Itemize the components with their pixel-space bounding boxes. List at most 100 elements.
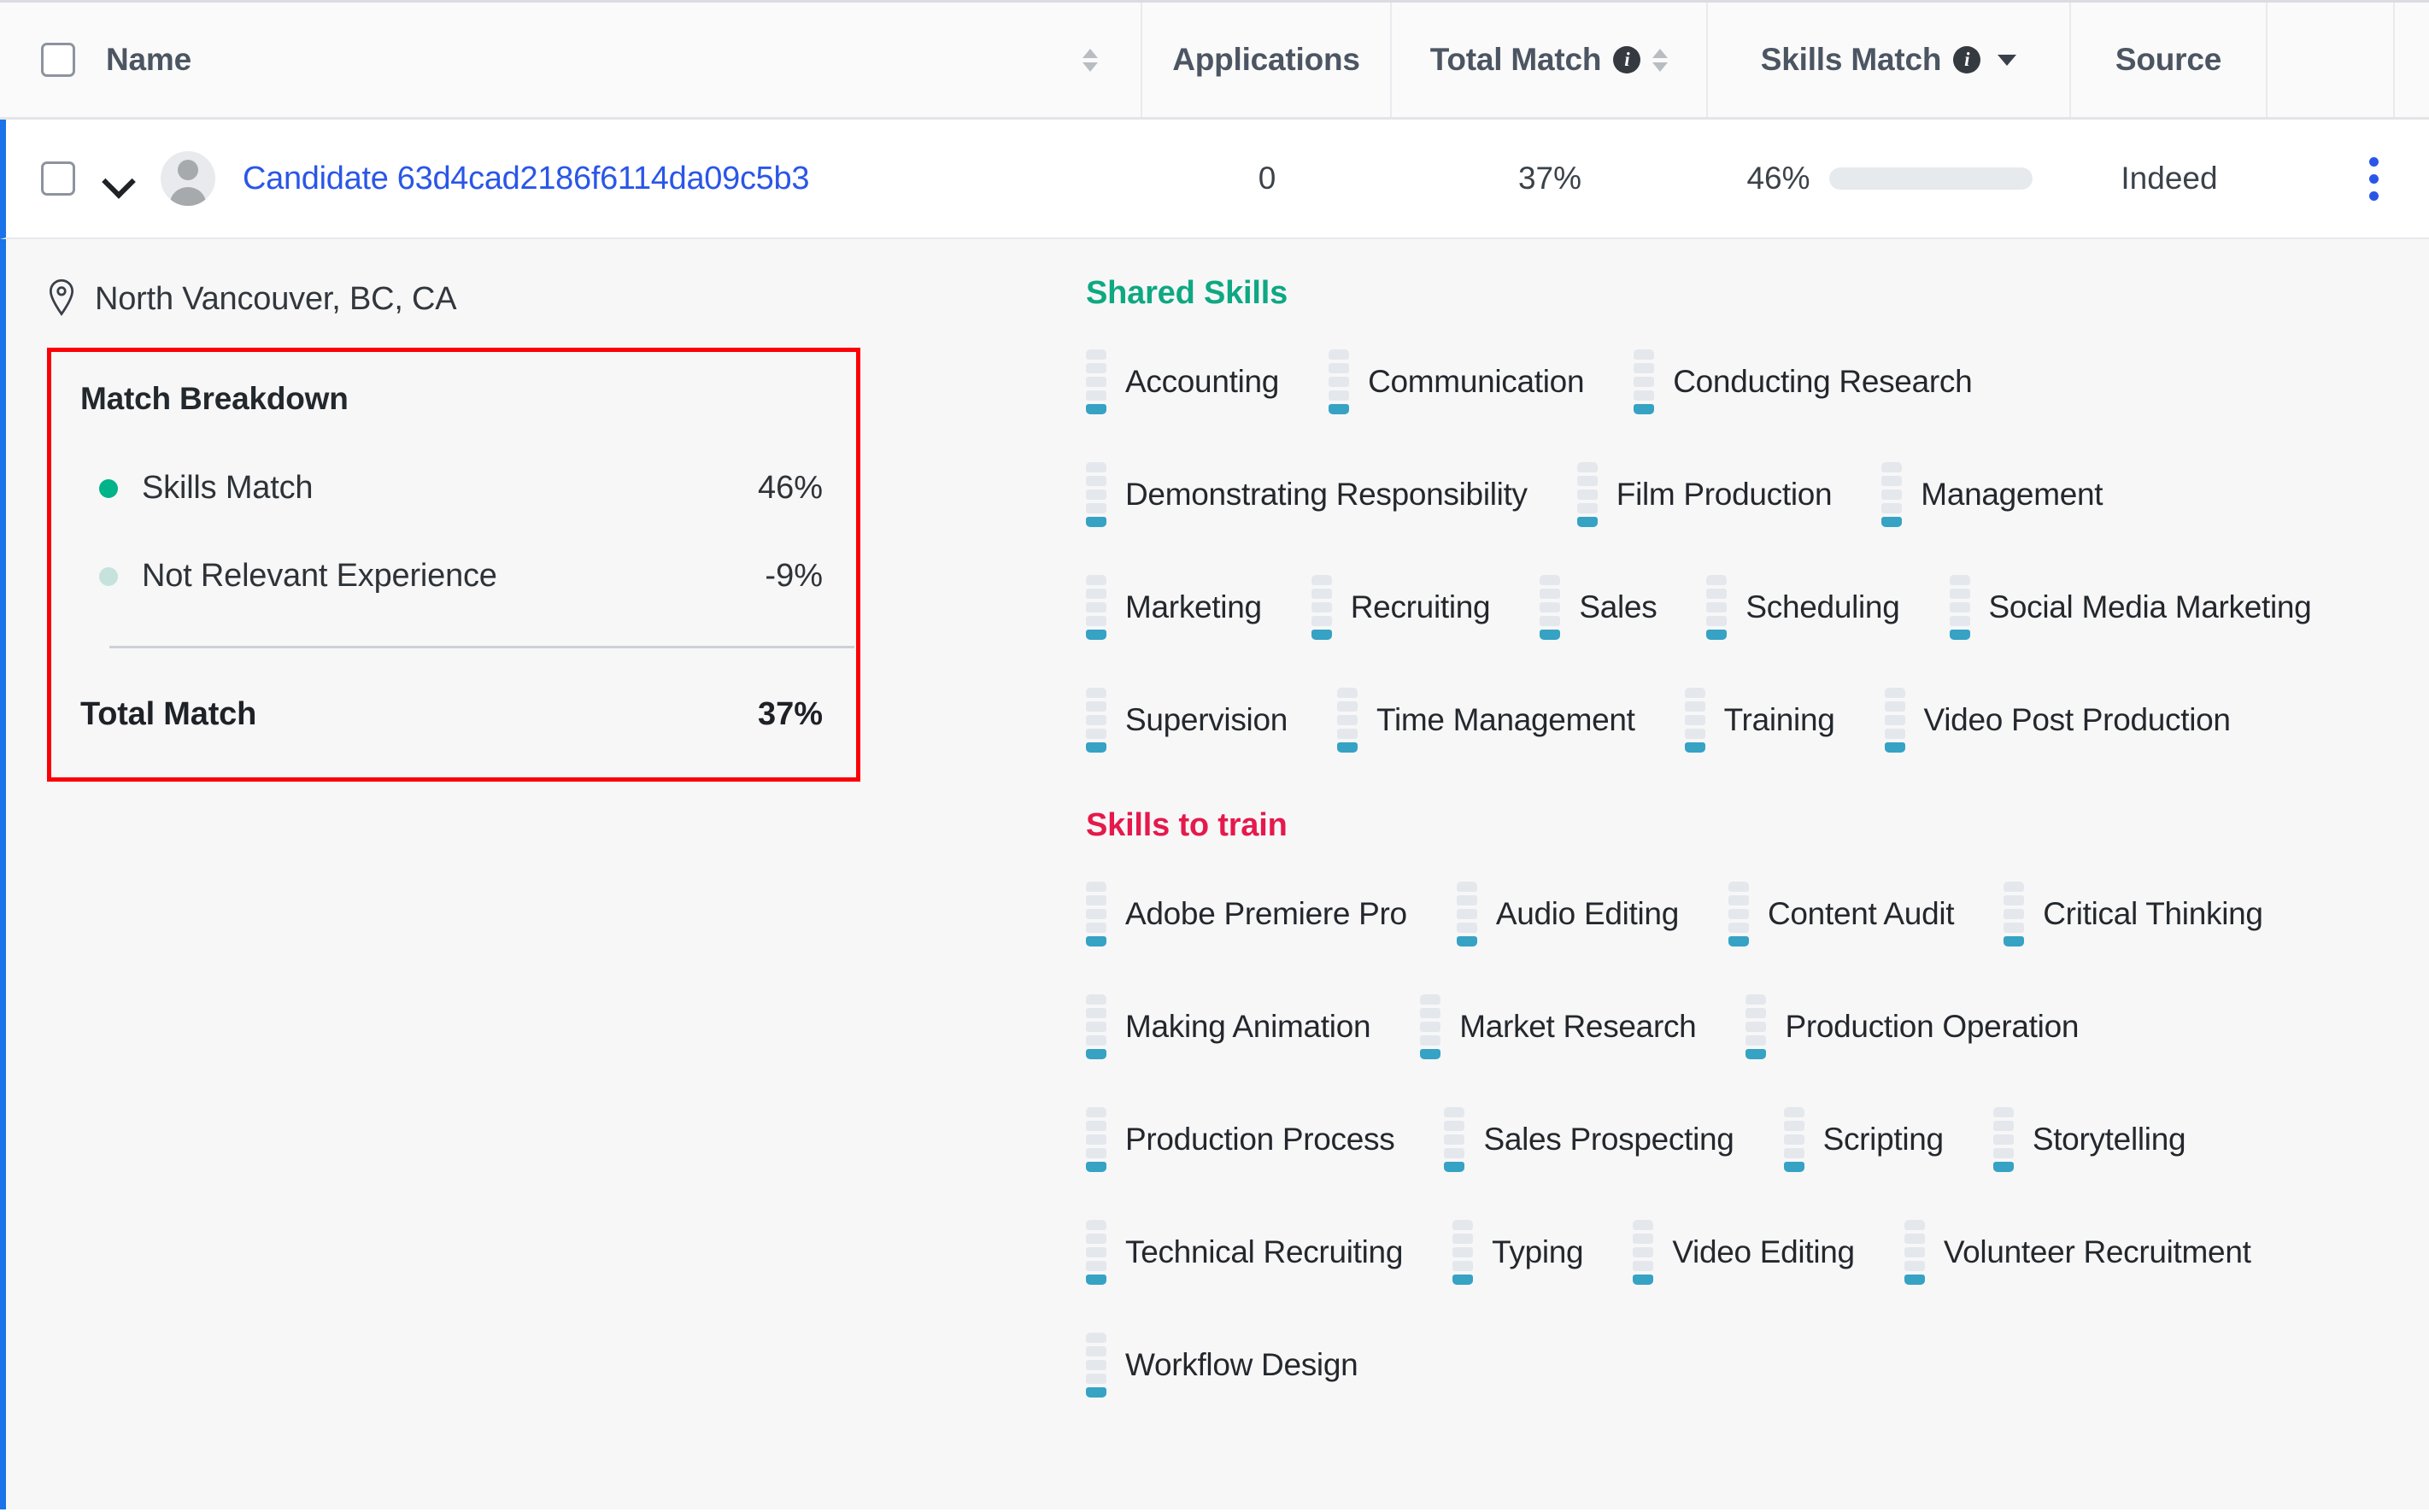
cell-source: Indeed (2121, 161, 2218, 196)
skill-label: Time Management (1376, 702, 1635, 737)
skill-label: Sales (1579, 589, 1657, 624)
skill-label: Production Operation (1785, 1009, 2080, 1044)
info-icon[interactable]: i (1613, 46, 1641, 73)
skill-level-bar-icon (1086, 462, 1106, 527)
skill-level-bar-icon (1086, 688, 1106, 753)
skill-chip: Film Production (1576, 462, 1833, 527)
sort-name-icon[interactable] (1082, 48, 1098, 72)
skill-label: Volunteer Recruitment (1943, 1234, 2251, 1269)
column-header-source[interactable]: Source (2071, 3, 2268, 117)
match-breakdown-title: Match Breakdown (80, 381, 349, 416)
cell-total-match: 37% (1517, 161, 1582, 196)
legend-dot-not-relevant-experience (99, 566, 118, 586)
skill-chip: Adobe Premiere Pro (1086, 882, 1407, 946)
skill-chip: Communication (1329, 349, 1585, 414)
skill-chip: Scheduling (1706, 575, 1900, 640)
skill-level-bar-icon (1311, 575, 1332, 640)
skill-level-bar-icon (1633, 1220, 1654, 1285)
info-icon[interactable]: i (1953, 46, 1981, 73)
skill-label: Content Audit (1767, 896, 1955, 931)
skill-chip: Video Editing (1633, 1220, 1855, 1285)
skill-chip: Technical Recruiting (1086, 1220, 1403, 1285)
candidate-location: North Vancouver, BC, CA (47, 278, 1050, 320)
skill-level-bar-icon (1086, 882, 1106, 946)
match-breakdown-label: Skills Match (142, 470, 314, 506)
skill-level-bar-icon (1634, 349, 1655, 414)
skill-level-bar-icon (1452, 1220, 1474, 1285)
skill-level-bar-icon (1949, 575, 1970, 640)
skill-chip: Workflow Design (1086, 1333, 1358, 1398)
skill-label: Management (1921, 477, 2103, 512)
match-breakdown-card: Match Breakdown Skills Match 46% Not Rel… (47, 348, 860, 782)
skill-label: Demonstrating Responsibility (1125, 477, 1528, 512)
skill-level-bar-icon (1086, 575, 1106, 640)
column-header-endcap (2395, 3, 2429, 117)
skill-chip: Accounting (1086, 349, 1279, 414)
column-header-skills-match[interactable]: Skills Match i (1708, 3, 2071, 117)
skill-label: Recruiting (1350, 589, 1491, 624)
column-header-applications-label: Applications (1172, 42, 1360, 77)
match-breakdown-total-row: Total Match 37% (80, 696, 823, 733)
location-pin-icon (47, 278, 76, 320)
row-select-checkbox[interactable] (41, 161, 75, 196)
skill-chip: Management (1881, 462, 2103, 527)
skill-level-bar-icon (1337, 688, 1358, 753)
shared-skills-heading: Shared Skills (1086, 275, 1288, 311)
skill-level-bar-icon (1881, 462, 1903, 527)
skill-level-bar-icon (1086, 349, 1106, 414)
skill-chip: Market Research (1420, 994, 1697, 1059)
cell-name: Candidate 63d4cad2186f6114da09c5b3 (6, 151, 1142, 206)
skill-level-bar-icon (1456, 882, 1477, 946)
skill-level-bar-icon (1684, 688, 1705, 753)
skill-label: Training (1723, 702, 1835, 737)
match-breakdown-row-skills: Skills Match 46% (80, 470, 823, 507)
match-breakdown-row-not-relevant: Not Relevant Experience -9% (80, 558, 823, 595)
skill-label: Critical Thinking (2043, 896, 2263, 931)
column-header-source-label: Source (2115, 42, 2222, 77)
skill-chip: Recruiting (1311, 575, 1491, 640)
skill-chip: Time Management (1337, 688, 1635, 753)
column-header-name[interactable]: Name (0, 3, 1142, 117)
legend-dot-skills-match (99, 478, 118, 498)
total-match-label: Total Match (80, 696, 257, 732)
skill-chip: Supervision (1086, 688, 1288, 753)
skill-label: Technical Recruiting (1125, 1234, 1404, 1269)
skill-chip: Volunteer Recruitment (1904, 1220, 2251, 1285)
column-header-total-match[interactable]: Total Match i (1392, 3, 1708, 117)
skill-chip: Audio Editing (1456, 882, 1679, 946)
sort-total-match-icon[interactable] (1652, 48, 1669, 72)
column-header-skills-match-label: Skills Match (1760, 42, 1942, 77)
candidate-name-link[interactable]: Candidate 63d4cad2186f6114da09c5b3 (243, 161, 809, 197)
row-actions-kebab-icon[interactable] (2318, 156, 2429, 201)
skill-level-bar-icon (1576, 462, 1598, 527)
match-breakdown-value: 46% (757, 470, 823, 506)
skill-label: Communication (1368, 364, 1585, 399)
skills-to-train-heading: Skills to train (1086, 807, 1288, 843)
skill-label: Video Post Production (1923, 702, 2231, 737)
skill-chip: Making Animation (1086, 994, 1371, 1059)
skill-label: Storytelling (2032, 1122, 2186, 1157)
match-breakdown-value: -9% (765, 558, 823, 594)
candidate-table-panel: Name Applications Total Match i Skills M… (0, 0, 2429, 1512)
table-row[interactable]: Candidate 63d4cad2186f6114da09c5b3 0 37%… (0, 120, 2429, 239)
skill-label: Sales Prospecting (1483, 1122, 1734, 1157)
column-header-spacer (2268, 3, 2395, 117)
column-header-total-match-label: Total Match (1429, 42, 1602, 77)
skill-label: Making Animation (1125, 1009, 1371, 1044)
skill-label: Film Production (1616, 477, 1833, 512)
skill-chip: Sales (1540, 575, 1657, 640)
skill-level-bar-icon (1783, 1107, 1804, 1172)
skill-level-bar-icon (1086, 1107, 1106, 1172)
chevron-expand-icon[interactable] (103, 163, 133, 194)
skills-match-progress-bar (1828, 167, 2033, 190)
skill-level-bar-icon (1745, 994, 1767, 1059)
skill-chip: Marketing (1086, 575, 1262, 640)
skill-chip: Critical Thinking (2004, 882, 2263, 946)
chevron-down-icon[interactable] (1998, 54, 2017, 66)
skill-chip: Content Audit (1728, 882, 1955, 946)
column-header-applications[interactable]: Applications (1142, 3, 1392, 117)
skill-level-bar-icon (1540, 575, 1561, 640)
detail-right-pane: Shared Skills Accounting Communication Con… (1050, 239, 2429, 1509)
select-all-checkbox[interactable] (41, 43, 75, 77)
skill-label: Conducting Research (1673, 364, 1973, 399)
